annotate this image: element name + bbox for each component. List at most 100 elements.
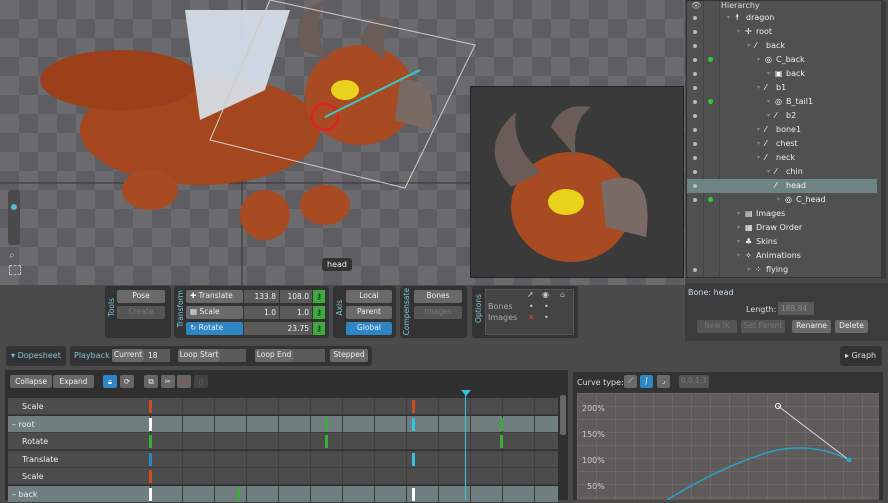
hierarchy-item[interactable]: ▾ ⁄ chest (687, 137, 877, 151)
playhead[interactable] (465, 391, 466, 500)
keyframe[interactable] (149, 435, 152, 448)
visibility-dot[interactable] (693, 268, 697, 272)
curve-bezier-icon[interactable]: ∫ (640, 375, 653, 388)
visibility-dot[interactable] (693, 156, 697, 160)
curve-point[interactable] (846, 457, 852, 463)
hierarchy-item[interactable]: ▾ ⁄ b1 (687, 81, 877, 95)
expand-arrow-icon[interactable]: ▾ (767, 165, 770, 179)
hierarchy-item[interactable]: ▾ ▣ back (687, 67, 877, 81)
keyframe[interactable] (412, 487, 415, 501)
dopesheet-row[interactable]: Scale (8, 468, 558, 485)
visibility-dot[interactable] (693, 44, 697, 48)
zoom-slider[interactable] (8, 190, 20, 245)
set-parent-button[interactable]: Set Parent (741, 320, 785, 333)
playhead-handle[interactable] (461, 390, 471, 396)
expand-arrow-icon[interactable]: ▾ (757, 137, 760, 151)
expand-arrow-icon[interactable]: ▾ (777, 193, 780, 207)
dopesheet-row[interactable]: Translate (8, 450, 558, 468)
visibility-dot[interactable] (693, 30, 697, 34)
bones-select-toggle[interactable]: • (529, 302, 534, 311)
images-select-toggle[interactable]: ✕ (528, 313, 535, 322)
visibility-dot[interactable] (693, 170, 697, 174)
expand-arrow-icon[interactable]: ▾ (737, 235, 740, 249)
hierarchy-scrollbar[interactable] (881, 1, 886, 279)
expand-arrow-icon[interactable]: ▾ (747, 39, 750, 53)
expand-arrow-icon[interactable]: ▾ (737, 221, 740, 235)
expand-arrow-icon[interactable]: ▾ (757, 81, 760, 95)
hierarchy-item[interactable]: ▾ ⁄ bone1 (687, 123, 877, 137)
trash-icon[interactable]: ▯ (194, 375, 208, 388)
translate-key-icon[interactable]: ⚷ (313, 290, 325, 303)
delete-key-icon[interactable]: ✕ (177, 375, 191, 388)
keyframe[interactable] (149, 417, 152, 431)
dopesheet-row[interactable]: – root (8, 415, 558, 433)
visibility-dot[interactable] (693, 142, 697, 146)
translate-y-input[interactable]: 108.0 (280, 290, 312, 303)
new-ik-button[interactable]: New IK (697, 320, 737, 333)
hierarchy-item[interactable]: ▾ ⁄ back (687, 39, 877, 53)
hierarchy-item[interactable]: ▾ ☨ dragon (687, 11, 877, 25)
visibility-dot[interactable] (693, 128, 697, 132)
rotate-input[interactable]: 23.75 (244, 322, 312, 335)
axis-parent-button[interactable]: Parent (346, 306, 392, 319)
hierarchy-item[interactable]: ▾ ⁄ neck (687, 151, 877, 165)
images-visible-toggle[interactable]: • (544, 313, 549, 322)
loop-end-button[interactable]: Loop End (255, 349, 293, 362)
rotate-key-icon[interactable]: ⚷ (313, 322, 325, 335)
translate-button[interactable]: ✚ Translate (186, 290, 243, 303)
curve-values-button[interactable]: 0,0,1,1 (679, 375, 709, 388)
create-button[interactable]: Create (117, 306, 165, 319)
expand-arrow-icon[interactable]: ▾ (747, 263, 750, 277)
copy-icon[interactable]: ⧉ (144, 375, 158, 388)
hierarchy-item[interactable]: ▾ ⁄ b2 (687, 109, 877, 123)
hierarchy-item[interactable]: ▾ ◎ B_tail1 (687, 95, 877, 109)
keyframe[interactable] (500, 435, 503, 448)
zoom-icon[interactable]: ⌕ (9, 250, 15, 261)
expand-arrow-icon[interactable]: ▾ (727, 11, 730, 25)
stepped-button[interactable]: Stepped (330, 349, 368, 362)
loop-start-button[interactable]: Loop Start (178, 349, 220, 362)
hierarchy-item[interactable]: ▾ ♣ Skins (687, 235, 877, 249)
hierarchy-item[interactable]: ▾ ◎ C_back (687, 53, 877, 67)
loop-start-input[interactable] (220, 349, 246, 362)
expand-arrow-icon[interactable]: ▾ (737, 25, 740, 39)
dopesheet-scrollbar[interactable] (560, 395, 566, 435)
fit-view-icon[interactable] (9, 265, 21, 275)
bones-visible-toggle[interactable]: • (544, 302, 549, 311)
keyframe[interactable] (325, 417, 328, 431)
compensate-bones-button[interactable]: Bones (414, 290, 462, 303)
zoom-slider-handle[interactable] (11, 204, 17, 210)
keyframe[interactable] (149, 452, 152, 466)
axis-global-button[interactable]: Global (346, 322, 392, 335)
pose-button[interactable]: Pose (117, 290, 165, 303)
expand-button[interactable]: Expand (53, 375, 94, 388)
hierarchy-item[interactable]: ▾ ▦ Draw Order (687, 221, 877, 235)
keyframe[interactable] (412, 452, 415, 466)
hierarchy-item[interactable]: ▾ ⁘ flying (687, 263, 877, 277)
current-frame-input[interactable]: 18 (144, 349, 170, 362)
expand-arrow-icon[interactable]: ▾ (757, 53, 760, 67)
loop-icon[interactable]: ⟳ (120, 375, 134, 388)
expand-arrow-icon[interactable]: ▾ (757, 123, 760, 137)
keyframe[interactable] (149, 400, 152, 413)
expand-arrow-icon[interactable]: ▾ (737, 249, 740, 263)
hierarchy-item[interactable]: ▾ ⁄ head (687, 179, 877, 193)
visibility-dot[interactable] (693, 16, 697, 20)
length-input[interactable]: 188.84 (778, 302, 814, 315)
collapse-button[interactable]: Collapse (10, 375, 52, 388)
expand-arrow-icon[interactable]: ▾ (737, 207, 740, 221)
cut-icon[interactable]: ✂ (161, 375, 175, 388)
dopesheet-toggle[interactable]: ▾ Dopesheet (6, 346, 66, 366)
visibility-dot[interactable] (693, 72, 697, 76)
hierarchy-item[interactable]: ▾ ◎ C_head (687, 193, 877, 207)
scale-button[interactable]: ▦ Scale (186, 306, 243, 319)
scale-key-icon[interactable]: ⚷ (313, 306, 325, 319)
keyframe[interactable] (412, 400, 415, 413)
keyframe[interactable] (149, 470, 152, 483)
hierarchy-item[interactable]: ▾ ⁄ chin (687, 165, 877, 179)
scale-y-input[interactable]: 1.0 (280, 306, 312, 319)
scale-x-input[interactable]: 1.0 (244, 306, 279, 319)
viewport-canvas[interactable]: ⌕ head (0, 0, 685, 285)
translate-x-input[interactable]: 133.8 (244, 290, 279, 303)
rename-button[interactable]: Rename (792, 320, 831, 333)
